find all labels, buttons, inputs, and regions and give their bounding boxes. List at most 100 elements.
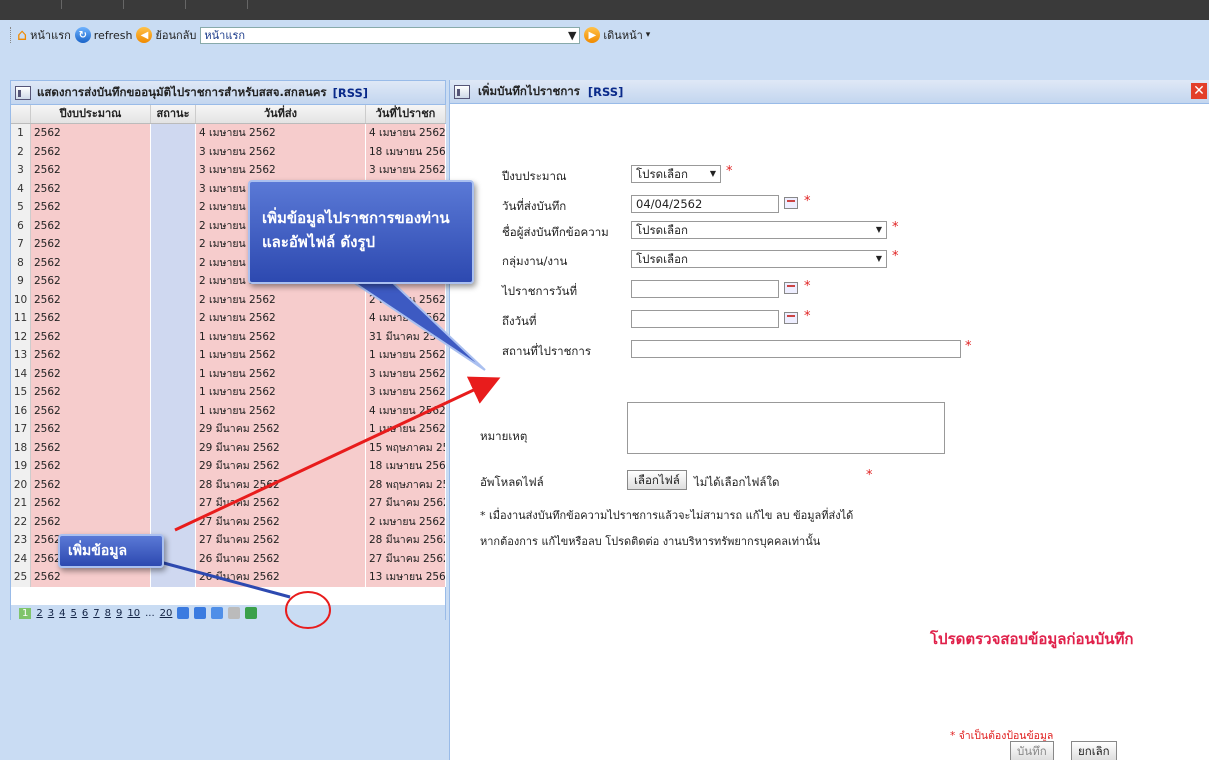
next-page-icon[interactable] bbox=[177, 607, 190, 619]
required-mark: * bbox=[892, 249, 899, 264]
cell-sent-date: 26 มีนาคม 2562 bbox=[196, 568, 366, 587]
cell-travel-date: 1 เมษายน 2562 bbox=[366, 420, 446, 439]
sender-select[interactable]: โปรดเลือก ▼ bbox=[631, 221, 887, 239]
forward-button[interactable]: ▶ เดินหน้า ▾ bbox=[584, 26, 650, 44]
cell-year: 2562 bbox=[31, 235, 151, 254]
row-number: 3 bbox=[11, 161, 31, 180]
page-link-3[interactable]: 3 bbox=[48, 608, 54, 619]
cell-travel-date: 31 มีนาคม 2562 bbox=[366, 327, 446, 346]
file-status-text: ไม่ได้เลือกไฟล์ใด bbox=[694, 475, 780, 489]
table-row[interactable]: 11 2562 2 เมษายน 2562 4 เมษายน 2562 bbox=[11, 309, 446, 328]
table-row[interactable]: 3 2562 3 เมษายน 2562 3 เมษายน 2562 bbox=[11, 161, 446, 180]
budget-year-select[interactable]: โปรดเลือก ▼ bbox=[631, 165, 721, 183]
cell-sent-date: 1 เมษายน 2562 bbox=[196, 327, 366, 346]
save-button[interactable]: บันทึก bbox=[1010, 741, 1054, 760]
table-row[interactable]: 16 2562 1 เมษายน 2562 4 เมษายน 2562 bbox=[11, 401, 446, 420]
cell-sent-date: 2 เมษายน 2562 bbox=[196, 309, 366, 328]
page-link-10[interactable]: 10 bbox=[127, 608, 140, 619]
cell-year: 2562 bbox=[31, 309, 151, 328]
cell-sent-date: 1 เมษายน 2562 bbox=[196, 364, 366, 383]
rss-link[interactable]: [RSS] bbox=[333, 86, 368, 100]
table-row[interactable]: 2 2562 3 เมษายน 2562 18 เมษายน 2562 bbox=[11, 142, 446, 161]
table-row[interactable]: 21 2562 27 มีนาคม 2562 27 มีนาคม 2562 bbox=[11, 494, 446, 513]
table-row[interactable]: 19 2562 29 มีนาคม 2562 18 เมษายน 2562 bbox=[11, 457, 446, 476]
home-icon: ⌂ bbox=[17, 25, 28, 44]
table-row[interactable]: 17 2562 29 มีนาคม 2562 1 เมษายน 2562 bbox=[11, 420, 446, 439]
table-row[interactable]: 182562 29 มีนาคม 256215 พฤษภาคม 2562 bbox=[11, 438, 446, 457]
page-link-2[interactable]: 2 bbox=[36, 608, 42, 619]
cell-status bbox=[151, 475, 196, 494]
page-link-8[interactable]: 8 bbox=[105, 608, 111, 619]
column-header-sent-date[interactable]: วันที่ส่ง bbox=[196, 105, 366, 123]
table-row[interactable]: 22 2562 27 มีนาคม 2562 2 เมษายน 2562 bbox=[11, 512, 446, 531]
back-arrow-icon: ◀ bbox=[136, 27, 153, 43]
cell-status bbox=[151, 272, 196, 291]
cell-status bbox=[151, 198, 196, 217]
cell-sent-date: 1 เมษายน 2562 bbox=[196, 346, 366, 365]
cell-sent-date: 29 มีนาคม 2562 bbox=[196, 438, 366, 457]
page-link-4[interactable]: 4 bbox=[59, 608, 65, 619]
calendar-icon[interactable] bbox=[784, 312, 798, 324]
travel-date-input[interactable] bbox=[631, 280, 779, 298]
choose-file-button[interactable]: เลือกไฟล์ bbox=[627, 470, 687, 490]
row-number: 21 bbox=[11, 494, 31, 513]
group-select[interactable]: โปรดเลือก ▼ bbox=[631, 250, 887, 268]
send-date-input[interactable]: 04/04/2562 bbox=[631, 195, 779, 213]
cell-sent-date: 3 เมษายน 2562 bbox=[196, 142, 366, 161]
cell-year: 2562 bbox=[31, 179, 151, 198]
cell-sent-date: 27 มีนาคม 2562 bbox=[196, 531, 366, 550]
edit-restriction-note: * เมื่องานส่งบันทึกข้อความไปราชการแล้วจะ… bbox=[480, 509, 854, 522]
cell-status bbox=[151, 568, 196, 587]
chevron-down-icon: ▼ bbox=[567, 28, 577, 42]
close-icon[interactable]: ✕ bbox=[1191, 83, 1207, 99]
excel-export-icon[interactable] bbox=[245, 607, 258, 619]
form-rss-link[interactable]: [RSS] bbox=[588, 85, 623, 99]
page-link-20[interactable]: 20 bbox=[160, 608, 173, 619]
check-before-save-warning: โปรดตรวจสอบข้อมูลก่อนบันทึก bbox=[930, 630, 1134, 648]
table-row[interactable]: 13 2562 1 เมษายน 2562 1 เมษายน 2562 bbox=[11, 346, 446, 365]
table-row[interactable]: 14 2562 1 เมษายน 2562 3 เมษายน 2562 bbox=[11, 364, 446, 383]
table-row[interactable]: 12 2562 1 เมษายน 2562 31 มีนาคม 2562 bbox=[11, 327, 446, 346]
cancel-button[interactable]: ยกเลิก bbox=[1071, 741, 1117, 760]
pager-ellipsis: ... bbox=[145, 607, 155, 619]
cell-year: 2562 bbox=[31, 124, 151, 143]
cell-sent-date: 4 เมษายน 2562 bbox=[196, 124, 366, 143]
table-row[interactable]: 10 2562 2 เมษายน 2562 2 เมษายน 2562 bbox=[11, 290, 446, 309]
cell-status bbox=[151, 290, 196, 309]
address-select[interactable]: หน้าแรก ▼ bbox=[200, 26, 581, 44]
toolbar-overflow-icon[interactable]: ▾ bbox=[646, 30, 651, 40]
row-number: 18 bbox=[11, 438, 31, 457]
column-header-year[interactable]: ปีงบประมาณ bbox=[31, 105, 151, 123]
row-number: 5 bbox=[11, 198, 31, 217]
cell-year: 2562 bbox=[31, 364, 151, 383]
table-row[interactable]: 1 2562 4 เมษายน 2562 4 เมษายน 2562 bbox=[11, 124, 446, 143]
page-link-9[interactable]: 9 bbox=[116, 608, 122, 619]
page-link-5[interactable]: 5 bbox=[71, 608, 77, 619]
print-icon[interactable] bbox=[228, 607, 241, 619]
row-number: 12 bbox=[11, 327, 31, 346]
home-button[interactable]: ⌂ หน้าแรก bbox=[17, 26, 71, 44]
row-number: 10 bbox=[11, 290, 31, 309]
last-page-icon[interactable] bbox=[194, 607, 207, 619]
to-date-input[interactable] bbox=[631, 310, 779, 328]
row-number: 4 bbox=[11, 179, 31, 198]
place-input[interactable] bbox=[631, 340, 961, 358]
calendar-icon[interactable] bbox=[784, 197, 798, 209]
cell-travel-date: 28 พฤษภาคม 2562 bbox=[366, 475, 446, 494]
cell-status bbox=[151, 364, 196, 383]
column-header-travel-date[interactable]: วันที่ไปราชก bbox=[366, 105, 446, 123]
page-link-1[interactable]: 1 bbox=[19, 607, 32, 619]
table-row[interactable]: 15 2562 1 เมษายน 2562 3 เมษายน 2562 bbox=[11, 383, 446, 402]
refresh-button[interactable]: ↻ refresh bbox=[74, 27, 132, 43]
cell-status bbox=[151, 494, 196, 513]
form-panel-icon bbox=[454, 84, 470, 99]
remark-textarea[interactable] bbox=[627, 402, 945, 454]
add-record-icon[interactable] bbox=[211, 607, 224, 619]
page-link-6[interactable]: 6 bbox=[82, 608, 88, 619]
table-row[interactable]: 202562 28 มีนาคม 256228 พฤษภาคม 2562 bbox=[11, 475, 446, 494]
column-header-status[interactable]: สถานะ bbox=[151, 105, 196, 123]
table-row[interactable]: 25 2562 26 มีนาคม 2562 13 เมษายน 2562 bbox=[11, 568, 446, 587]
back-button[interactable]: ◀ ย้อนกลับ bbox=[136, 26, 196, 44]
calendar-icon[interactable] bbox=[784, 282, 798, 294]
page-link-7[interactable]: 7 bbox=[93, 608, 99, 619]
